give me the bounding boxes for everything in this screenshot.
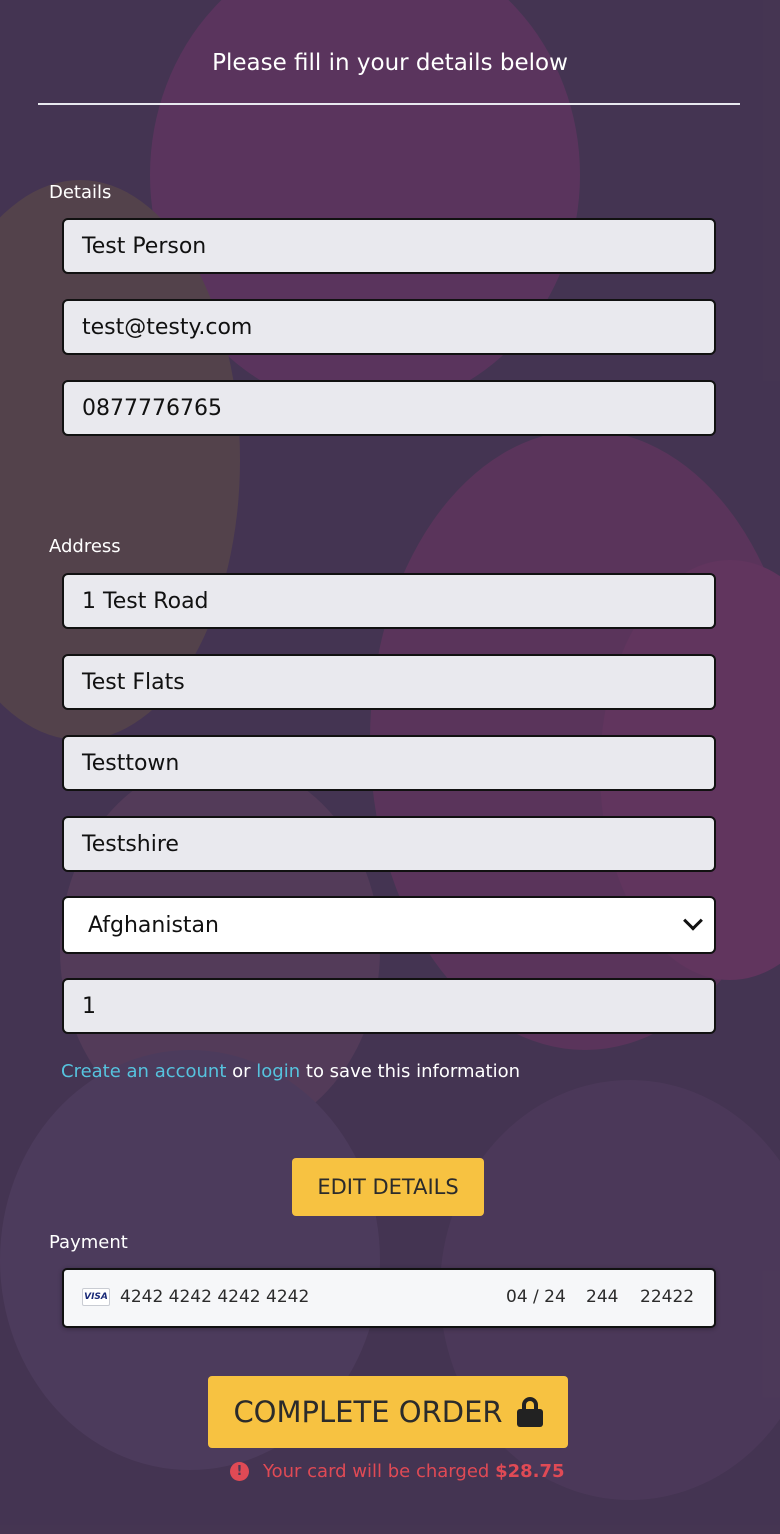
details-label: Details [49, 182, 112, 203]
county-field[interactable]: Testshire [62, 816, 716, 872]
account-prompt: Create an account or login to save this … [61, 1061, 520, 1082]
divider [38, 103, 740, 105]
or-text: or [232, 1061, 251, 1082]
charge-text: Your card will be charged [263, 1461, 490, 1482]
lock-icon [516, 1397, 543, 1427]
email-field[interactable]: test@testy.com [62, 299, 716, 355]
postcode-field[interactable]: 1 [62, 978, 716, 1034]
payment-label: Payment [49, 1232, 128, 1253]
charge-notice: ! Your card will be charged $28.75 [230, 1461, 565, 1482]
card-input[interactable]: VISA 4242 4242 4242 4242 04 / 24 244 224… [62, 1268, 716, 1328]
address-line1-field[interactable]: 1 Test Road [62, 573, 716, 629]
address-line2-field[interactable]: Test Flats [62, 654, 716, 710]
country-select-value: Afghanistan [88, 912, 219, 938]
visa-icon: VISA [82, 1288, 110, 1306]
account-suffix-text: to save this information [305, 1061, 520, 1082]
charge-amount: $28.75 [495, 1461, 565, 1482]
login-link[interactable]: login [256, 1061, 300, 1082]
edit-details-button[interactable]: EDIT DETAILS [292, 1158, 484, 1216]
alert-icon: ! [230, 1462, 249, 1481]
create-account-link[interactable]: Create an account [61, 1061, 226, 1082]
country-select[interactable]: Afghanistan [62, 896, 716, 954]
name-field[interactable]: Test Person [62, 218, 716, 274]
complete-order-label: COMPLETE ORDER [233, 1395, 503, 1429]
card-expiry[interactable]: 04 / 24 [506, 1287, 566, 1307]
card-cvc[interactable]: 244 [586, 1287, 618, 1307]
chevron-down-icon [683, 910, 703, 931]
phone-field[interactable]: 0877776765 [62, 380, 716, 436]
card-number[interactable]: 4242 4242 4242 4242 [120, 1287, 309, 1307]
card-zip[interactable]: 22422 [640, 1287, 694, 1307]
complete-order-button[interactable]: COMPLETE ORDER [208, 1376, 568, 1448]
town-field[interactable]: Testtown [62, 735, 716, 791]
page-title: Please fill in your details below [212, 50, 568, 76]
address-label: Address [49, 536, 121, 557]
